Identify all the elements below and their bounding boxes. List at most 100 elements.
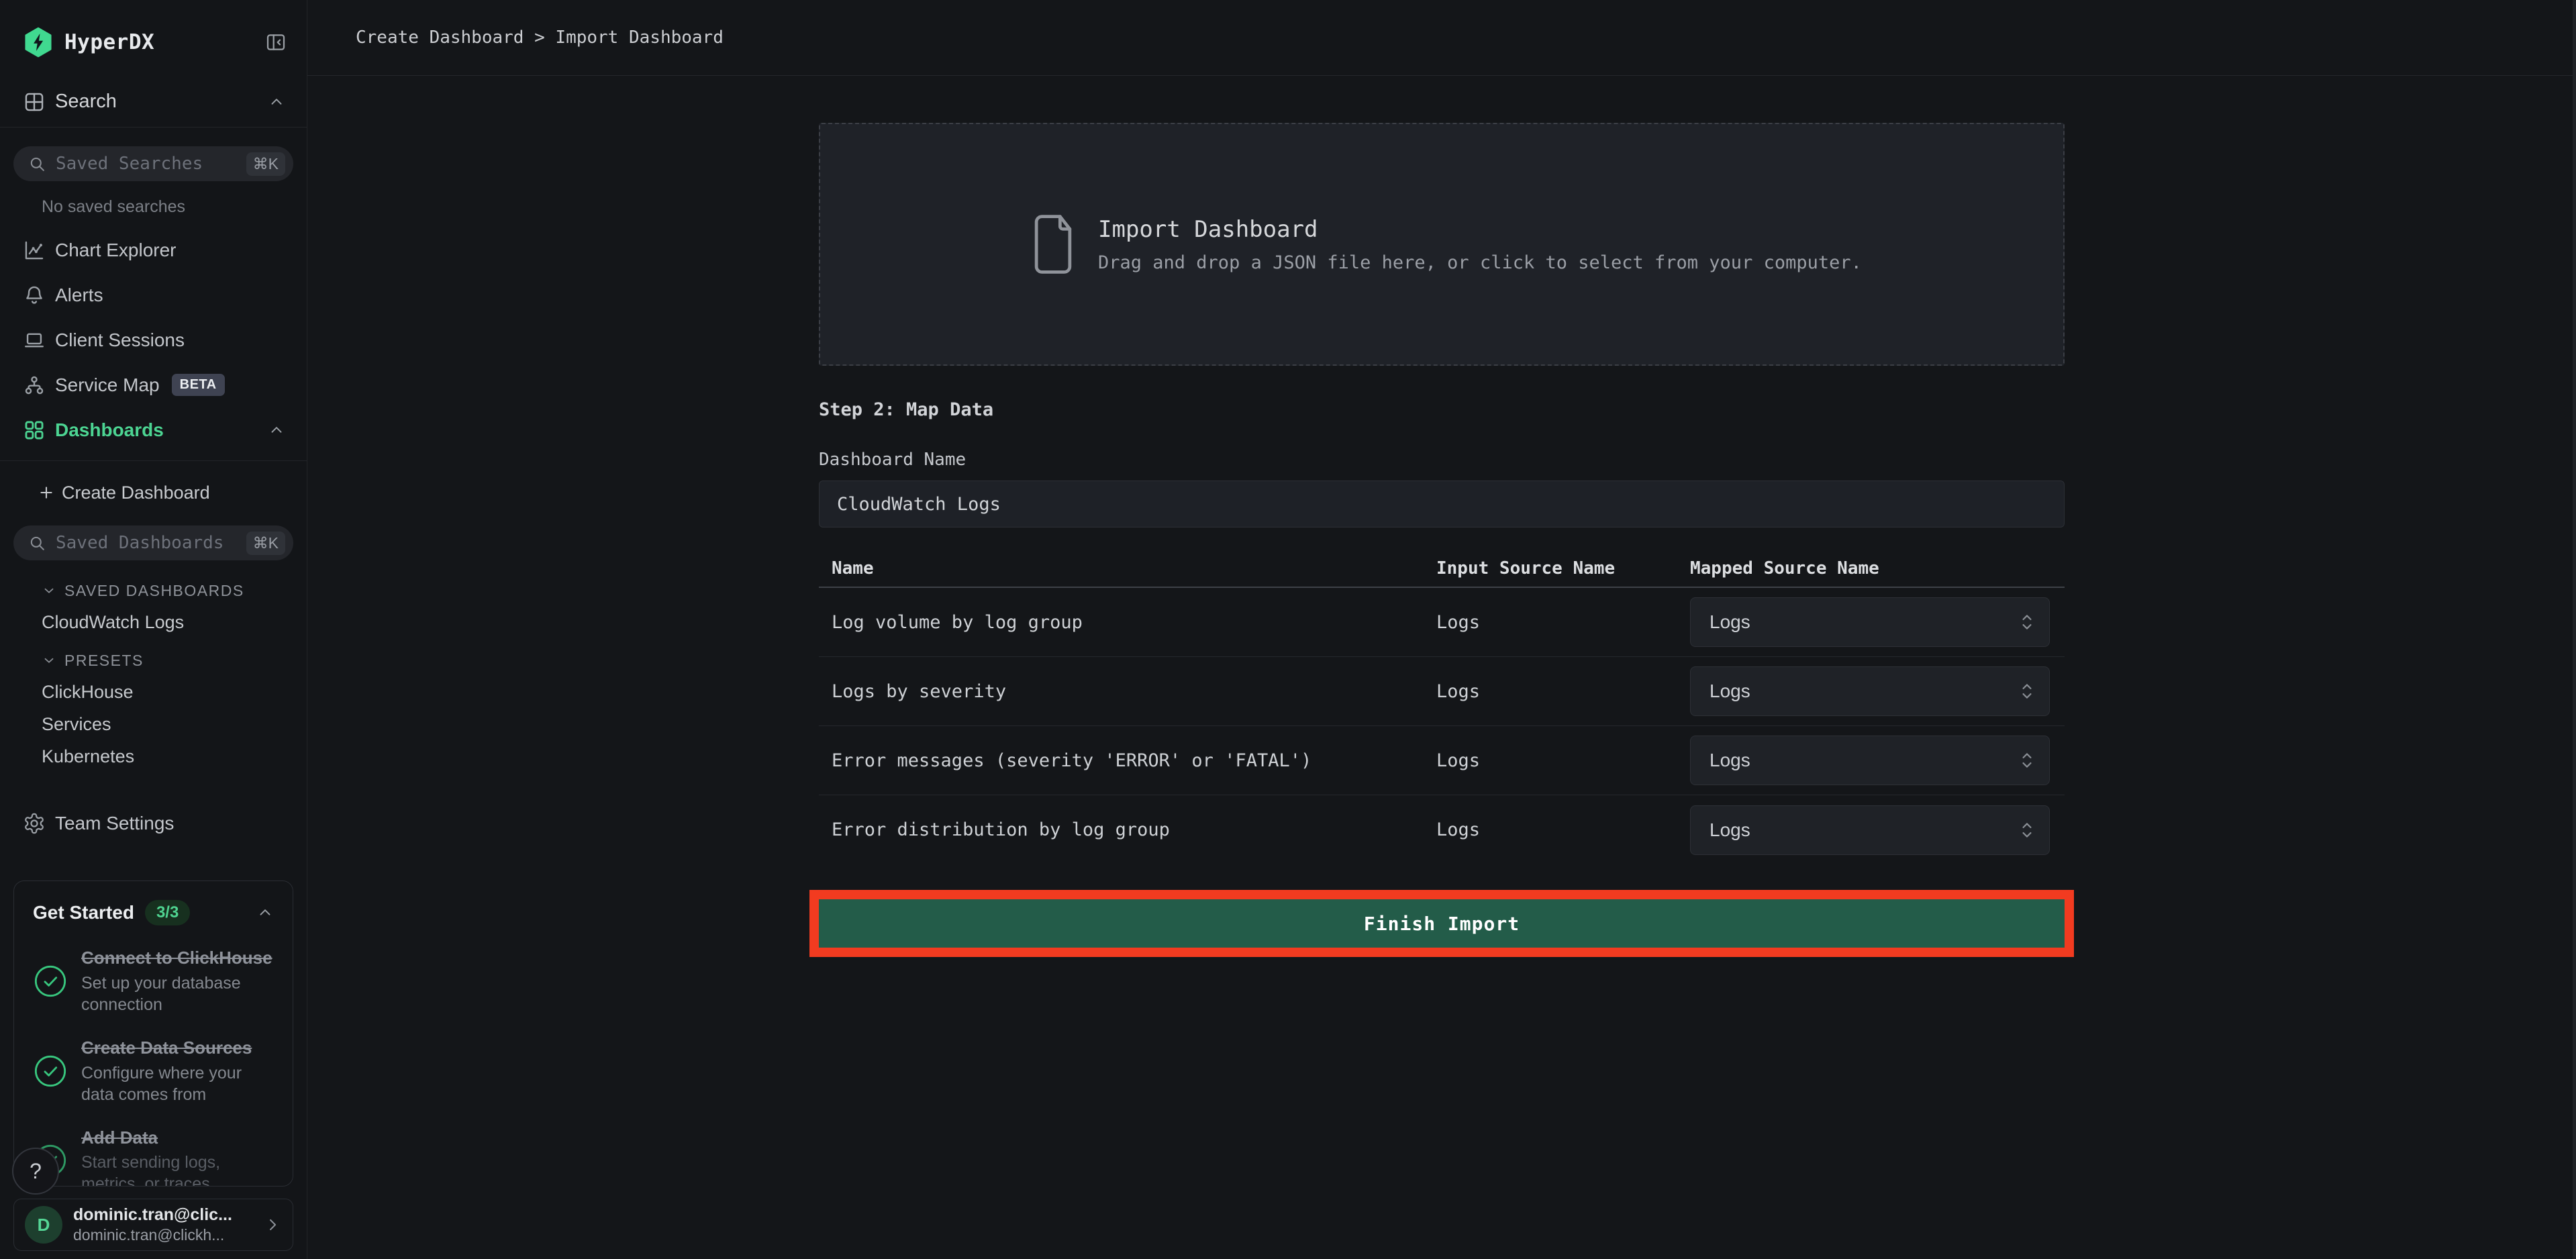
checklist-desc: Start sending logs, metrics, or traces — [81, 1152, 274, 1187]
chevron-down-icon — [42, 653, 56, 668]
select-value: Logs — [1710, 611, 1750, 633]
create-dashboard-button[interactable]: Create Dashboard — [0, 472, 307, 513]
row-name: Error distribution by log group — [819, 819, 1436, 840]
select-value: Logs — [1710, 819, 1750, 841]
sidebar-item-kubernetes[interactable]: Kubernetes — [0, 740, 307, 772]
avatar: D — [25, 1206, 62, 1244]
json-dropzone[interactable]: Import Dashboard Drag and drop a JSON fi… — [819, 123, 2065, 366]
main-area: Create Dashboard > Import Dashboard Impo… — [307, 0, 2576, 1259]
checklist-item-add-data[interactable]: Add Data Start sending logs, metrics, or… — [33, 1127, 274, 1187]
row-name: Log volume by log group — [819, 612, 1436, 633]
row-input-source: Logs — [1436, 681, 1690, 702]
mapped-source-select[interactable]: Logs — [1690, 805, 2050, 855]
chevron-right-icon — [263, 1215, 282, 1234]
mapped-source-select[interactable]: Logs — [1690, 666, 2050, 716]
checklist-title: Connect to ClickHouse — [81, 947, 274, 970]
saved-dashboards-header[interactable]: SAVED DASHBOARDS — [0, 575, 307, 606]
saved-dashboards-header-label: SAVED DASHBOARDS — [64, 582, 244, 600]
check-circle-icon — [33, 1054, 68, 1089]
search-icon — [28, 155, 46, 173]
hyperdx-logo-icon — [23, 27, 54, 58]
dashboard-name-input[interactable] — [819, 481, 2065, 527]
column-header-mapped-source: Mapped Source Name — [1690, 558, 2065, 578]
user-name: dominic.tran@clic... — [73, 1205, 263, 1225]
chevron-up-icon[interactable] — [268, 93, 285, 111]
column-header-name: Name — [819, 558, 1436, 578]
shortcut-badge: ⌘K — [246, 152, 285, 176]
file-icon — [1034, 213, 1073, 275]
app-title: HyperDX — [64, 30, 154, 54]
user-email: dominic.tran@clickh... — [73, 1226, 263, 1244]
create-dashboard-label: Create Dashboard — [62, 483, 210, 503]
saved-dashboards-search[interactable]: ⌘K — [13, 525, 293, 560]
sidebar-item-alerts[interactable]: Alerts — [0, 272, 307, 317]
scrollbar[interactable] — [2573, 0, 2576, 1259]
mapping-table: Name Input Source Name Mapped Source Nam… — [819, 550, 2065, 864]
dashboards-tree: SAVED DASHBOARDS CloudWatch Logs PRESETS… — [0, 575, 307, 772]
row-input-source: Logs — [1436, 612, 1690, 633]
sidebar-item-team-settings[interactable]: Team Settings — [0, 801, 307, 846]
saved-searches-input[interactable] — [56, 154, 246, 174]
chevron-up-icon[interactable] — [256, 904, 274, 921]
table-header-row: Name Input Source Name Mapped Source Nam… — [819, 550, 2065, 588]
sidebar-item-label: Service Map — [55, 374, 160, 396]
checklist-item-connect-clickhouse[interactable]: Connect to ClickHouse Set up your databa… — [33, 947, 274, 1015]
finish-import-button[interactable]: Finish Import — [819, 899, 2065, 948]
breadcrumb: Create Dashboard > Import Dashboard — [356, 28, 724, 48]
sidebar: HyperDX Search — [0, 0, 307, 1259]
plus-icon — [38, 484, 55, 501]
sidebar-collapse-icon[interactable] — [265, 32, 287, 53]
column-header-input-source: Input Source Name — [1436, 558, 1690, 578]
topbar: Create Dashboard > Import Dashboard — [307, 0, 2576, 76]
select-value: Logs — [1710, 750, 1750, 771]
table-row: Error distribution by log group Logs Log… — [819, 795, 2065, 864]
sidebar-item-label: Client Sessions — [55, 330, 185, 351]
divider — [0, 460, 307, 461]
table-row: Logs by severity Logs Logs — [819, 657, 2065, 726]
table-row: Log volume by log group Logs Logs — [819, 588, 2065, 657]
chevron-up-icon[interactable] — [268, 421, 285, 439]
row-name: Error messages (severity 'ERROR' or 'FAT… — [819, 750, 1436, 771]
import-dashboard-panel: Import Dashboard Drag and drop a JSON fi… — [819, 123, 2065, 957]
mapped-source-select[interactable]: Logs — [1690, 597, 2050, 647]
mapped-source-select[interactable]: Logs — [1690, 736, 2050, 785]
help-button[interactable]: ? — [12, 1148, 59, 1195]
checklist-title: Create Data Sources — [81, 1037, 274, 1060]
checklist-desc: Set up your database connection — [81, 972, 274, 1015]
sidebar-item-clickhouse[interactable]: ClickHouse — [0, 676, 307, 708]
no-saved-searches-note: No saved searches — [0, 197, 307, 217]
checklist-item-create-data-sources[interactable]: Create Data Sources Configure where your… — [33, 1037, 274, 1105]
sidebar-item-chart-explorer[interactable]: Chart Explorer — [0, 228, 307, 272]
sidebar-item-dashboards[interactable]: Dashboards — [0, 407, 307, 452]
sidebar-item-service-map[interactable]: Service Map BETA — [0, 362, 307, 407]
service-map-icon — [23, 374, 46, 397]
user-account-button[interactable]: D dominic.tran@clic... dominic.tran@clic… — [13, 1199, 293, 1251]
row-input-source: Logs — [1436, 750, 1690, 771]
checklist-desc: Configure where your data comes from — [81, 1062, 274, 1105]
sidebar-item-label: Chart Explorer — [55, 240, 177, 261]
sidebar-item-cloudwatch-logs[interactable]: CloudWatch Logs — [0, 606, 307, 638]
row-input-source: Logs — [1436, 819, 1690, 840]
get-started-title: Get Started — [33, 902, 134, 923]
dashboard-name-label: Dashboard Name — [819, 450, 2065, 470]
sidebar-nav: Chart Explorer Alerts Client Sessions — [0, 228, 307, 452]
annotation-highlight-box: Finish Import — [809, 890, 2074, 957]
shortcut-badge: ⌘K — [246, 532, 285, 555]
saved-dashboards-input[interactable] — [56, 533, 246, 553]
check-circle-icon — [33, 964, 68, 999]
gear-icon — [23, 812, 46, 835]
row-name: Logs by severity — [819, 681, 1436, 702]
select-chevrons-icon — [2020, 612, 2034, 632]
saved-searches-search[interactable]: ⌘K — [13, 146, 293, 181]
sidebar-item-client-sessions[interactable]: Client Sessions — [0, 317, 307, 362]
select-value: Logs — [1710, 681, 1750, 702]
sidebar-item-search[interactable]: Search — [0, 77, 307, 128]
sidebar-item-services[interactable]: Services — [0, 708, 307, 740]
select-chevrons-icon — [2020, 820, 2034, 840]
laptop-icon — [23, 329, 46, 352]
dropzone-subtitle: Drag and drop a JSON file here, or click… — [1098, 252, 1862, 273]
chevron-down-icon — [42, 583, 56, 598]
sidebar-item-label: Alerts — [55, 285, 103, 306]
presets-header-label: PRESETS — [64, 652, 144, 670]
presets-header[interactable]: PRESETS — [0, 645, 307, 676]
